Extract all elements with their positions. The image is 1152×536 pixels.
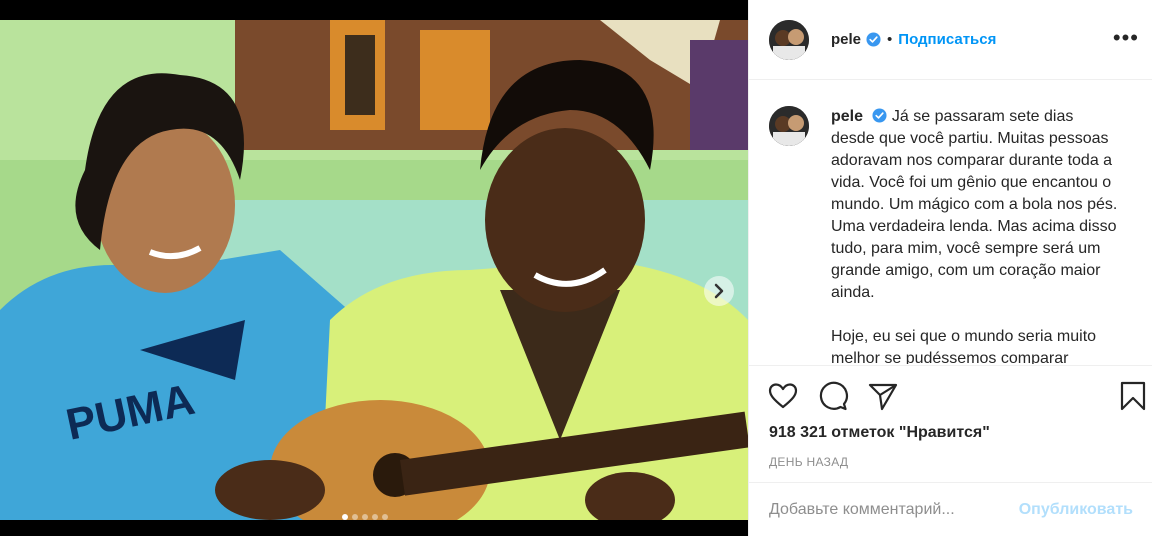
- comment-input[interactable]: [769, 500, 1011, 519]
- caption-paragraph-2: Hoje, eu sei que o mundo seria muito mel…: [831, 328, 1097, 364]
- paper-plane-icon[interactable]: [867, 380, 899, 412]
- caption-paragraph-1: Já se passaram sete dias desde que você …: [831, 108, 1118, 301]
- likes-count[interactable]: 918 321 отметок "Нравится": [769, 424, 990, 442]
- post-side-panel: pele • Подписаться ••• pele Já se passar…: [748, 0, 1152, 536]
- post-header: pele • Подписаться •••: [749, 0, 1152, 80]
- more-options-icon[interactable]: •••: [1113, 25, 1139, 51]
- carousel-dot: [362, 514, 368, 520]
- comment-icon[interactable]: [817, 380, 849, 412]
- post-modal: PUMA pele • Подписаться ••• pele Já se p…: [0, 0, 1152, 536]
- caption-text: pele Já se passaram sete dias desde que …: [831, 106, 1121, 364]
- avatar-image: [769, 19, 809, 60]
- caption-section: pele Já se passaram sete dias desde que …: [749, 80, 1152, 364]
- carousel-indicator: [342, 514, 388, 520]
- avatar[interactable]: [769, 19, 809, 60]
- carousel-dot: [342, 514, 348, 520]
- post-image[interactable]: PUMA: [0, 20, 748, 520]
- caption-username[interactable]: pele: [831, 108, 863, 125]
- bookmark-icon[interactable]: [1117, 380, 1149, 412]
- comment-form: Опубликовать: [749, 482, 1152, 536]
- carousel-dot: [372, 514, 378, 520]
- follow-button[interactable]: Подписаться: [898, 31, 996, 48]
- verified-badge-icon: [872, 108, 887, 123]
- verified-badge-icon: [866, 32, 881, 47]
- next-slide-button[interactable]: [704, 276, 734, 306]
- post-timestamp[interactable]: ДЕНЬ НАЗАД: [769, 455, 848, 469]
- header-username[interactable]: pele: [831, 31, 861, 48]
- carousel-dot: [382, 514, 388, 520]
- post-comment-button[interactable]: Опубликовать: [1019, 501, 1133, 519]
- avatar-image: [769, 106, 809, 146]
- heart-icon[interactable]: [767, 380, 799, 412]
- avatar[interactable]: [769, 106, 809, 146]
- action-bar: [749, 365, 1152, 425]
- carousel-dot: [352, 514, 358, 520]
- separator-dot: •: [887, 31, 893, 48]
- post-photo: PUMA: [0, 20, 748, 520]
- chevron-right-icon: [714, 283, 724, 299]
